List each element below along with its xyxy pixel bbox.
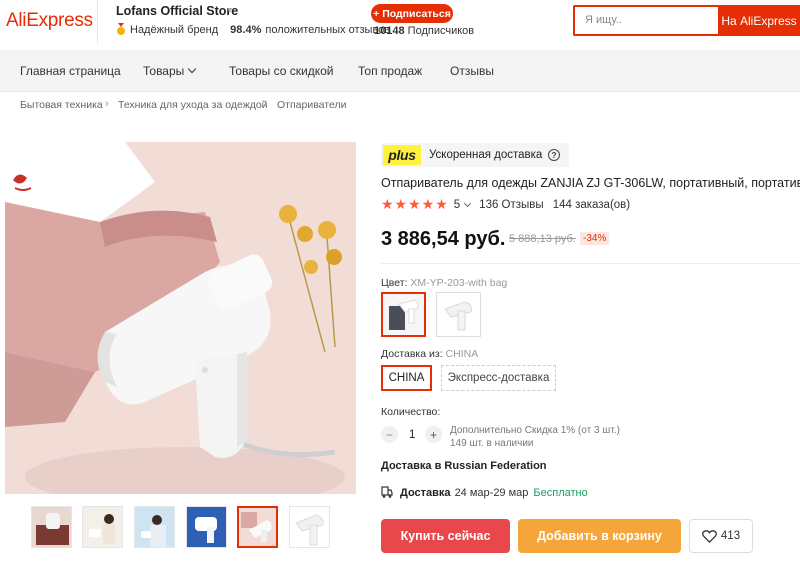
thumbnail-image — [290, 507, 329, 547]
medal-icon — [117, 23, 125, 35]
discount-badge: -34% — [580, 232, 610, 245]
product-title: Отпариватель для одежды ZANJIA ZJ GT-306… — [381, 176, 800, 190]
store-meta: Надёжный бренд 98.4% положительных отзыв… — [116, 23, 390, 36]
truck-icon — [381, 486, 393, 498]
nav-item-top-sales[interactable]: Топ продаж — [358, 64, 422, 78]
chevron-down-icon — [188, 64, 197, 74]
quantity-decrease-button[interactable]: − — [381, 426, 398, 443]
steamer-photo — [5, 142, 356, 494]
thumbnail-image — [187, 507, 226, 547]
thumbnail-image — [239, 508, 276, 546]
quantity-increase-button[interactable]: + — [425, 426, 442, 443]
thumbnail[interactable] — [31, 506, 72, 548]
thumbnail-image — [135, 507, 174, 547]
delivery-info: Доставка 24 мар-29 мар Бесплатно — [381, 486, 588, 499]
subscribers-count: 10148 — [374, 25, 405, 37]
ship-from-label: Доставка из: CHINA — [381, 348, 478, 360]
thumbnail-image — [83, 507, 122, 547]
color-option[interactable] — [436, 292, 481, 337]
thumbnail-image — [32, 507, 71, 547]
rating-row: ★★★★★ 5 136 Отзывы 144 заказа(ов) — [381, 196, 630, 213]
search-input[interactable]: Я ищу.. — [573, 5, 718, 36]
nav-item-home[interactable]: Главная страница — [20, 64, 121, 78]
positive-reviews-label: положительных отзывов — [265, 23, 391, 36]
rating-value[interactable]: 5 — [454, 199, 460, 211]
nav-item-reviews[interactable]: Отзывы — [450, 64, 494, 78]
nav-item-products-label: Товары — [143, 64, 185, 78]
current-price: 3 886,54 руб. — [381, 228, 506, 250]
plus-badge: plus — [383, 145, 421, 165]
trusted-brand-label: Надёжный бренд — [130, 23, 219, 36]
color-swatch-image — [437, 293, 480, 336]
thumbnail[interactable] — [134, 506, 175, 548]
chevron-down-icon[interactable] — [464, 199, 472, 207]
thumbnail-selected[interactable] — [237, 506, 278, 548]
nav-item-sale[interactable]: Товары со скидкой — [229, 64, 333, 78]
ship-from-value: CHINA — [445, 348, 479, 360]
wishlist-count: 413 — [720, 530, 741, 542]
store-nav: Главная страница Товары Товары со скидко… — [0, 50, 800, 92]
ship-from-label-text: Доставка из: — [381, 348, 443, 360]
quantity-input[interactable]: 1 — [409, 429, 415, 441]
header: AliExpress Lofans Official Store ▼ Надёж… — [0, 0, 800, 50]
ship-option-china[interactable]: CHINA — [381, 365, 432, 391]
subscribers: 10148 Подписчиков — [374, 25, 474, 37]
color-label: Цвет: XM-YP-203-with bag — [381, 277, 507, 289]
thumbnail[interactable] — [82, 506, 123, 548]
color-label-text: Цвет: — [381, 277, 408, 289]
delivery-cost: Бесплатно — [533, 486, 588, 499]
divider — [97, 0, 98, 44]
product-main-image[interactable] — [5, 142, 356, 494]
question-circle-icon[interactable]: ? — [548, 149, 560, 161]
quantity-note: Дополнительно Скидка 1% (от 3 шт.) 149 ш… — [450, 424, 620, 450]
store-name[interactable]: Lofans Official Store — [116, 4, 238, 18]
stock-note: 149 шт. в наличии — [450, 438, 534, 449]
ship-option-express[interactable]: Экспресс-доставка — [441, 365, 556, 391]
reviews-count[interactable]: 136 Отзывы — [479, 199, 544, 211]
search-button[interactable]: На AliExpress — [718, 5, 800, 36]
orders-count: 144 заказа(ов) — [552, 198, 631, 211]
plus-delivery-text: Ускоренная доставка — [429, 149, 543, 161]
positive-percent: 98.4% — [230, 23, 262, 36]
quantity-label: Количество: — [381, 406, 441, 418]
buy-now-button[interactable]: Купить сейчас — [381, 519, 510, 553]
nav-item-products[interactable]: Товары — [143, 64, 197, 78]
delivery-dates: 24 мар-29 мар — [454, 486, 529, 499]
breadcrumb-item[interactable]: Отпариватели — [277, 99, 346, 111]
old-price: 5 888,13 руб. — [509, 233, 576, 245]
thumbnail[interactable] — [289, 506, 330, 548]
thumbnail[interactable] — [186, 506, 227, 548]
color-swatch-image — [383, 294, 424, 335]
wishlist-button[interactable]: 413 — [689, 519, 753, 553]
heart-icon — [702, 529, 717, 543]
rating-stars-icon: ★★★★★ — [381, 196, 449, 212]
breadcrumb-chevron-icon: › — [264, 98, 268, 110]
breadcrumb-chevron-icon: › — [105, 98, 109, 110]
delivery-label: Доставка — [400, 486, 451, 499]
breadcrumb-item[interactable]: Техника для ухода за одеждой — [118, 99, 268, 111]
aliexpress-logo[interactable]: AliExpress — [6, 10, 93, 32]
store-dropdown-icon[interactable]: ▼ — [226, 6, 234, 15]
delivery-destination[interactable]: Доставка в Russian Federation — [381, 460, 547, 472]
color-option-selected[interactable] — [381, 292, 426, 337]
color-value: XM-YP-203-with bag — [410, 277, 508, 289]
add-to-cart-button[interactable]: Добавить в корзину — [518, 519, 681, 553]
subscribers-label: Подписчиков — [407, 25, 475, 37]
divider — [381, 263, 800, 264]
plus-delivery-banner[interactable]: plus Ускоренная доставка ? — [381, 143, 569, 167]
breadcrumb-item[interactable]: Бытовая техника — [20, 99, 103, 111]
subscribe-button[interactable]: + Подписаться — [371, 4, 453, 23]
bulk-discount-note: Дополнительно Скидка 1% (от 3 шт.) — [450, 425, 620, 436]
